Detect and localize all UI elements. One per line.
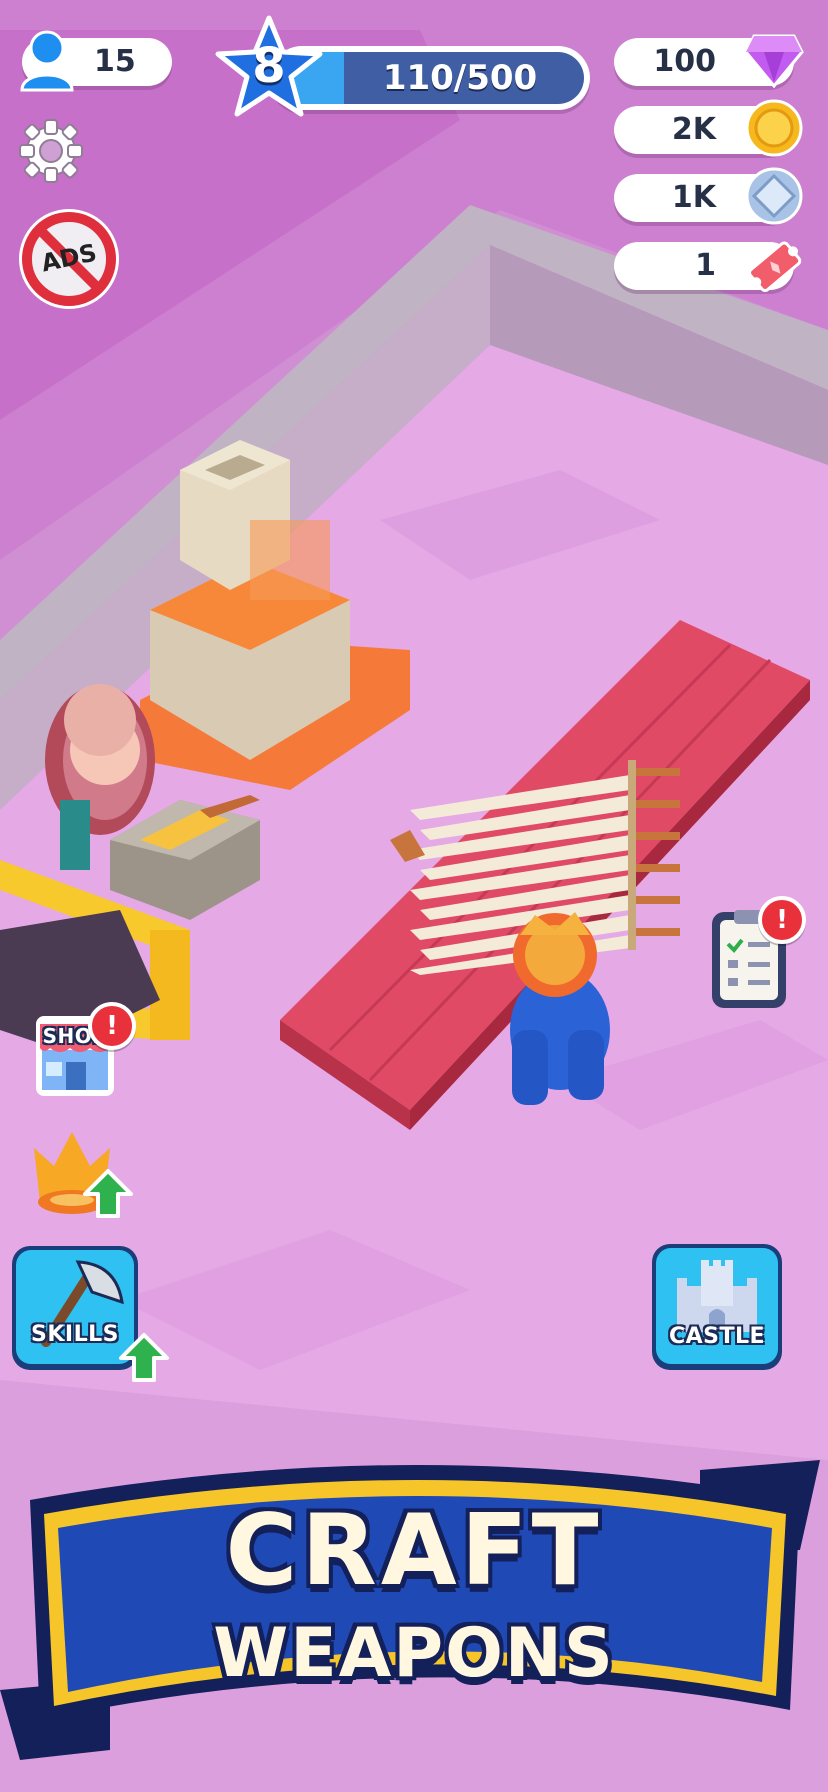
gems-value: 100 — [653, 44, 716, 79]
up-arrow-icon — [119, 1333, 169, 1382]
castle-button[interactable]: CASTLE — [652, 1244, 782, 1370]
player-count-value: 15 — [94, 44, 136, 79]
quest-button[interactable]: ! — [708, 896, 806, 1012]
ticket-icon — [748, 241, 802, 293]
xp-text: 110/500 — [382, 58, 538, 98]
crown-upgrade-button[interactable] — [28, 1126, 138, 1222]
level-badge[interactable]: 8 — [214, 14, 324, 124]
banner-line-1: CRAFT — [225, 1494, 603, 1608]
banner-line-2: WEAPONS — [213, 1614, 615, 1693]
gear-icon[interactable] — [16, 116, 86, 186]
shop-button[interactable]: SHOP ! — [30, 1002, 136, 1102]
level-number: 8 — [252, 38, 286, 94]
coins-value: 2K — [671, 112, 716, 147]
shop-alert-badge: ! — [88, 1002, 136, 1050]
quest-alert-badge: ! — [758, 896, 806, 944]
coin-icon — [745, 99, 803, 157]
tickets-value: 1 — [695, 248, 716, 283]
no-ads-button[interactable]: ADS — [16, 206, 122, 312]
up-arrow-icon — [83, 1169, 133, 1218]
castle-label: CASTLE — [668, 1324, 766, 1349]
skills-button[interactable]: SKILLS — [12, 1246, 172, 1388]
silver-icon — [745, 167, 803, 225]
player-icon — [20, 30, 74, 92]
silver-value: 1K — [671, 180, 716, 215]
gem-icon — [744, 34, 804, 89]
